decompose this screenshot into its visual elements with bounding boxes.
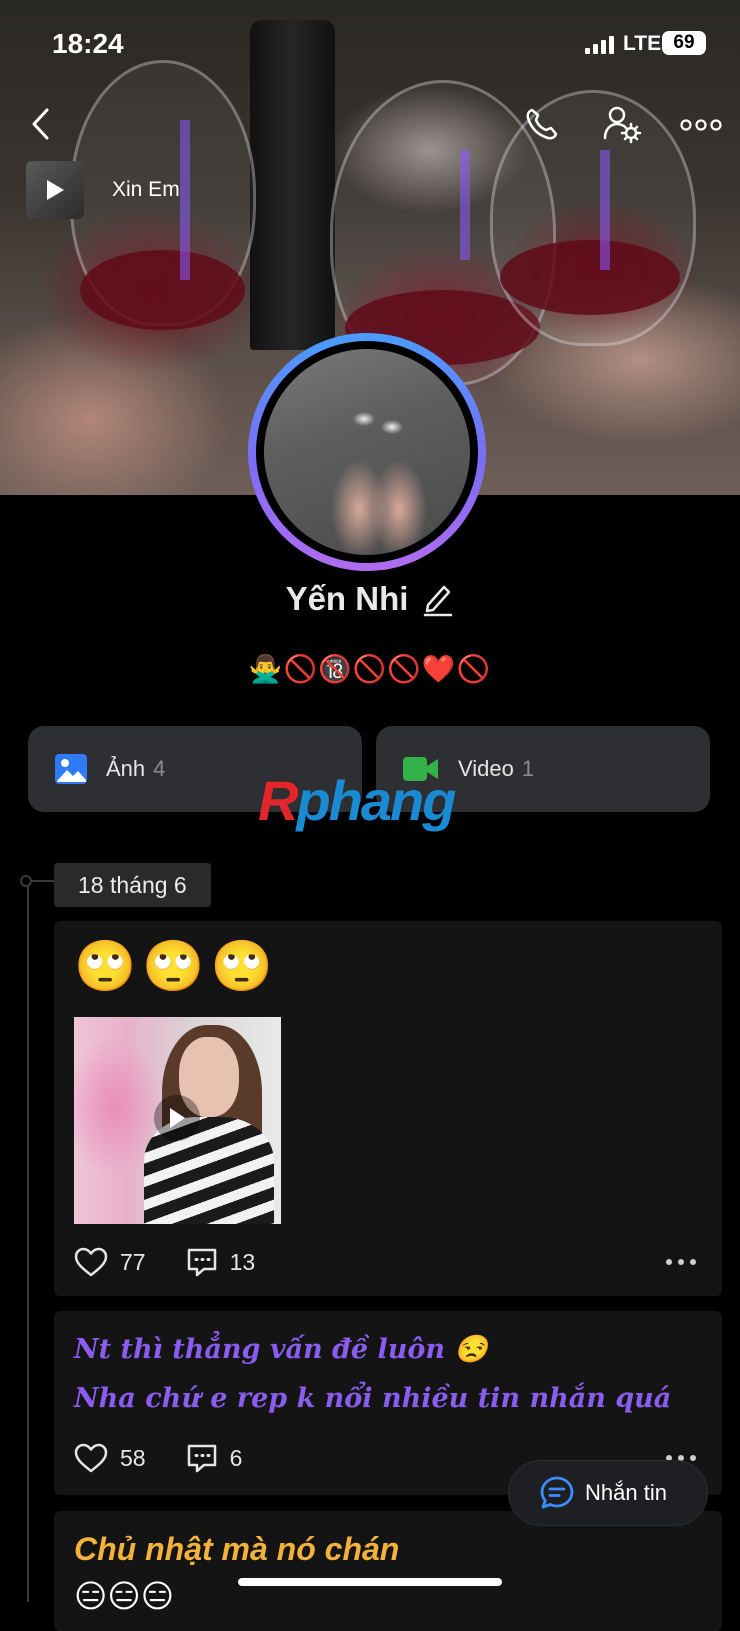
like-count: 58 bbox=[120, 1444, 146, 1471]
cover-light bbox=[180, 120, 190, 280]
play-icon bbox=[47, 180, 64, 200]
back-icon[interactable] bbox=[24, 104, 56, 144]
timeline-date: 18 tháng 6 bbox=[54, 863, 211, 907]
profile-music[interactable]: Xin Em bbox=[26, 160, 180, 220]
message-button-label: Nhắn tin bbox=[585, 1480, 667, 1505]
post-text-line: Nt thì thẳng vấn đề luôn 😒 bbox=[74, 1334, 489, 1365]
post-text-line: Nha chứ e rep k nổi nhiều tin nhắn quá bbox=[74, 1383, 672, 1414]
photos-label: Ảnh bbox=[106, 756, 146, 781]
like-count: 77 bbox=[120, 1248, 146, 1275]
timeline-branch bbox=[32, 880, 54, 882]
comment-button[interactable]: 6 bbox=[186, 1443, 243, 1473]
videos-count: 1 bbox=[521, 756, 535, 781]
videos-label: Video bbox=[458, 756, 514, 781]
comment-count: 13 bbox=[229, 1248, 256, 1275]
post-card[interactable]: Chủ nhật mà nó chán 😑😑😑 bbox=[54, 1511, 722, 1631]
phone-icon[interactable] bbox=[522, 104, 562, 144]
cover-wine bbox=[500, 240, 680, 315]
network-type: LTE bbox=[623, 32, 662, 55]
timeline-dot bbox=[20, 875, 32, 887]
comment-icon bbox=[187, 1444, 216, 1473]
post-emoji: 😑😑😑 bbox=[74, 1578, 175, 1614]
post-actions: 77 13 bbox=[74, 1247, 295, 1277]
play-icon[interactable] bbox=[154, 1095, 200, 1141]
comment-icon bbox=[187, 1248, 216, 1277]
heart-icon bbox=[74, 1247, 108, 1277]
profile-name-row: Yến Nhi bbox=[0, 580, 740, 618]
image-icon bbox=[54, 753, 88, 785]
status-bar: 18:24 LTE 69 bbox=[0, 0, 740, 90]
battery-icon: 69 bbox=[662, 31, 706, 55]
cover-light bbox=[600, 150, 610, 270]
music-thumbnail[interactable] bbox=[26, 161, 84, 219]
post-actions: 58 6 bbox=[74, 1443, 282, 1473]
avatar[interactable] bbox=[248, 333, 486, 571]
like-button[interactable]: 58 bbox=[74, 1443, 146, 1473]
profile-name: Yến Nhi bbox=[285, 580, 409, 617]
cover-light bbox=[460, 150, 470, 260]
message-button[interactable]: Nhắn tin bbox=[508, 1460, 708, 1526]
comment-button[interactable]: 13 bbox=[186, 1247, 256, 1277]
post-card[interactable]: 🙄🙄🙄 77 13 bbox=[54, 921, 722, 1296]
profile-settings-icon[interactable] bbox=[600, 102, 644, 146]
music-title: Xin Em bbox=[112, 178, 180, 201]
edit-icon[interactable] bbox=[422, 581, 454, 617]
post-text: Chủ nhật mà nó chán bbox=[74, 1531, 400, 1567]
home-indicator bbox=[238, 1578, 502, 1586]
chat-icon bbox=[539, 1475, 575, 1511]
timeline-line bbox=[27, 882, 29, 1602]
more-icon[interactable] bbox=[680, 110, 722, 140]
avatar-image bbox=[264, 349, 470, 555]
post-more-icon[interactable] bbox=[666, 1259, 696, 1265]
signal-icon bbox=[585, 36, 615, 54]
comment-count: 6 bbox=[229, 1444, 243, 1471]
photos-count: 4 bbox=[153, 756, 166, 781]
cover-wine bbox=[80, 250, 245, 330]
post-text: 🙄🙄🙄 bbox=[74, 938, 279, 994]
watermark-logo: Rphang bbox=[258, 769, 456, 832]
post-video-thumbnail[interactable] bbox=[74, 1017, 281, 1224]
heart-icon bbox=[74, 1443, 108, 1473]
profile-bio: 🙅‍♂️🚫🔞🚫🚫❤️🚫 bbox=[248, 654, 492, 684]
like-button[interactable]: 77 bbox=[74, 1247, 146, 1277]
status-time: 18:24 bbox=[52, 28, 124, 59]
